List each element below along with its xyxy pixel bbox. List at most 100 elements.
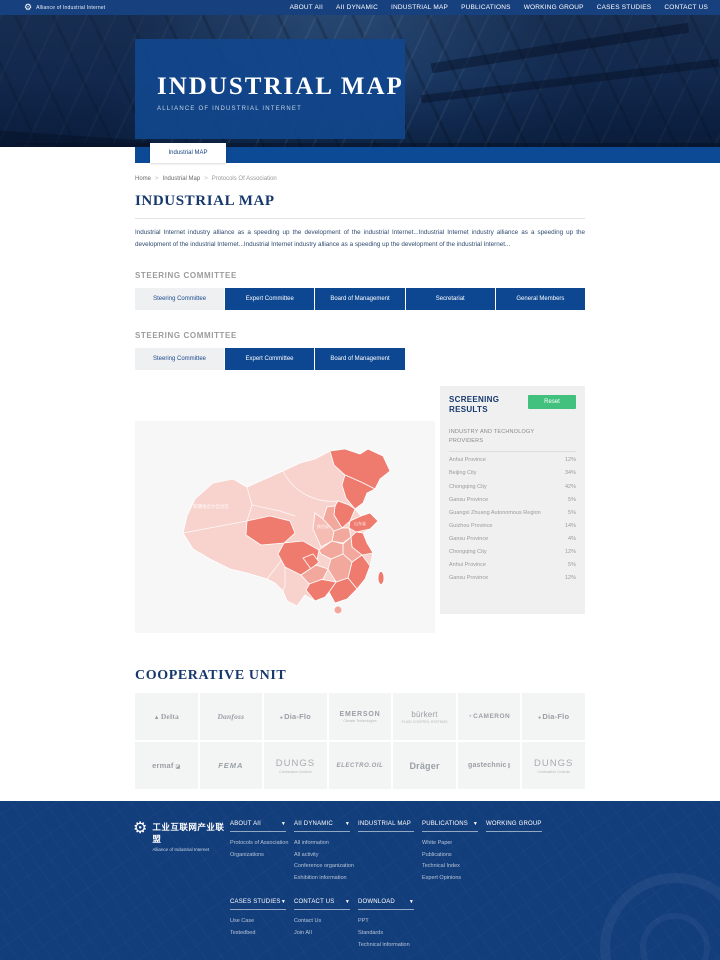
committee-tab[interactable]: Steering Committee: [135, 348, 225, 370]
footer-column-heading[interactable]: INDUSTRIAL MAP: [358, 821, 414, 832]
partner-logo-grid: Delta Danfoss Dia-Flo EMERSONClimate Tec…: [135, 693, 585, 789]
footer-link[interactable]: All information: [294, 838, 358, 850]
breadcrumb-item[interactable]: Industrial Map: [163, 176, 201, 182]
screening-row[interactable]: Anhui Province 12%: [449, 454, 576, 467]
china-choropleth-map[interactable]: 新疆维吾尔自治区 陕西省 山东省: [135, 421, 435, 633]
screening-row[interactable]: Gansu Province 5%: [449, 493, 576, 506]
committee-tab[interactable]: Secretariat: [406, 288, 496, 310]
nav-item[interactable]: CONTACT US: [664, 4, 708, 11]
province-value: 34%: [565, 470, 576, 476]
footer-link[interactable]: Organizations: [230, 850, 294, 862]
committee-tab[interactable]: Steering Committee: [135, 288, 225, 310]
committee-section-heading: STEERING COMMITTEE: [135, 331, 585, 340]
footer-logo: ⚙ 工业互联网产业联盟 Alliance of Industrial Inter…: [133, 821, 230, 951]
footer-nav-row-2: CASES STUDIES▼ Use CaseTestedbed CONTACT…: [230, 899, 720, 951]
nav-item[interactable]: WORKING GROUP: [524, 4, 584, 11]
committee-tab[interactable]: General Members: [496, 288, 585, 310]
hero-photo-girder: [431, 23, 689, 74]
province-value: 12%: [565, 457, 576, 463]
screening-results-title: SCREENING RESULTS: [449, 395, 509, 415]
nav-item[interactable]: AII DYNAMIC: [336, 4, 378, 11]
committee-tab[interactable]: Board of Management: [315, 288, 405, 310]
footer-column-heading[interactable]: CONTACT US▼: [294, 899, 350, 910]
committee-tab[interactable]: Expert Committee: [225, 348, 315, 370]
footer-link[interactable]: Conference organization: [294, 861, 358, 873]
footer-link[interactable]: Testedbed: [230, 928, 294, 940]
committee-tab[interactable]: Expert Committee: [225, 288, 315, 310]
hero-title-panel: INDUSTRIAL MAP ALLIANCE OF INDUSTRIAL IN…: [135, 39, 405, 139]
province-value: 14%: [565, 523, 576, 529]
screening-rows: Anhui Province 12% Beijing City 34% Chon…: [449, 454, 576, 585]
partner-logo-draeger: Dräger: [393, 742, 456, 789]
footer-column: CASES STUDIES▼ Use CaseTestedbed: [230, 899, 294, 951]
committee-tab[interactable]: Board of Management: [315, 348, 405, 370]
province-name: Anhui Province: [449, 457, 486, 463]
footer-column-heading[interactable]: ABOUT AII▼: [230, 821, 286, 832]
reset-button[interactable]: Reset: [528, 395, 576, 409]
partner-logo-danfoss: Danfoss: [200, 693, 263, 740]
nav-item[interactable]: CASES STUDIES: [597, 4, 652, 11]
screening-row[interactable]: Chongqing City 42%: [449, 480, 576, 493]
footer-column-heading[interactable]: AII DYNAMIC▼: [294, 821, 350, 832]
footer-link[interactable]: Technical Index: [422, 861, 486, 873]
footer-link[interactable]: Protocols of Association: [230, 838, 294, 850]
chevron-down-icon: ▼: [281, 821, 286, 827]
footer-gear-logo-icon: ⚙: [133, 821, 147, 837]
province-name: Beijing City: [449, 470, 477, 476]
partner-logo-ermaf: ermaf: [135, 742, 198, 789]
screening-row[interactable]: Anhui Province 5%: [449, 559, 576, 572]
breadcrumb-item[interactable]: Home: [135, 176, 151, 182]
partner-logo-electrooil: ELECTRO.OIL: [329, 742, 392, 789]
footer-column-heading[interactable]: WORKING GROUP: [486, 821, 542, 832]
screening-row[interactable]: Gansu Province 4%: [449, 532, 576, 545]
screening-row[interactable]: Guizhou Province 14%: [449, 519, 576, 532]
footer-link[interactable]: PPT: [358, 916, 422, 928]
committee-section: STEERING COMMITTEE Steering CommitteeExp…: [135, 331, 585, 370]
screening-row[interactable]: Gansu Province 12%: [449, 572, 576, 585]
footer-link[interactable]: All activity: [294, 850, 358, 862]
footer-logo-en: Alliance of Industrial Internet: [152, 847, 230, 852]
footer-column: WORKING GROUP: [486, 821, 550, 884]
breadcrumb-separator: >: [155, 176, 159, 182]
partner-logo-dungs: DUNGSCombustion Controls: [264, 742, 327, 789]
partner-logo-diaflo: Dia-Flo: [522, 693, 585, 740]
province-value: 42%: [565, 484, 576, 490]
main-menu: ABOUT AII AII DYNAMIC INDUSTRIAL MAP PUBLIC…: [290, 4, 708, 11]
committee-tabs: Steering CommitteeExpert CommitteeBoard …: [135, 348, 585, 370]
screening-row[interactable]: Chongqing City 12%: [449, 545, 576, 558]
footer-column-heading[interactable]: DOWNLOAD▼: [358, 899, 414, 910]
province-value: 12%: [565, 575, 576, 581]
province-name: Gansu Province: [449, 536, 488, 542]
brand-logo[interactable]: ⚙ Alliance of Industrial Internet: [24, 3, 105, 12]
footer-link[interactable]: Standards: [358, 928, 422, 940]
footer-link[interactable]: Publications: [422, 850, 486, 862]
footer-link[interactable]: Technical information: [358, 940, 422, 952]
footer-column: CONTACT US▼ Contact UsJoin AII: [294, 899, 358, 951]
footer-link[interactable]: White Paper: [422, 838, 486, 850]
nav-item[interactable]: ABOUT AII: [290, 4, 323, 11]
footer-link[interactable]: Join AII: [294, 928, 358, 940]
footer-link[interactable]: Exhibition information: [294, 873, 358, 885]
nav-item[interactable]: INDUSTRIAL MAP: [391, 4, 448, 11]
brand-name: Alliance of Industrial Internet: [36, 5, 105, 11]
footer-logo-cn: 工业互联网产业联盟: [152, 821, 230, 845]
gear-logo-icon: ⚙: [24, 3, 32, 12]
footer-link[interactable]: Expert Opinions: [422, 873, 486, 885]
province-value: 5%: [568, 562, 576, 568]
svg-text:新疆维吾尔自治区: 新疆维吾尔自治区: [193, 503, 229, 510]
page-title: INDUSTRIAL MAP: [135, 193, 585, 210]
screening-divider: [449, 451, 576, 452]
partner-logo-dungs: DUNGSCombustion Controls: [522, 742, 585, 789]
breadcrumb-separator: >: [204, 176, 208, 182]
footer-column-heading[interactable]: PUBLICATIONS▼: [422, 821, 478, 832]
screening-row[interactable]: Beijing City 34%: [449, 467, 576, 480]
footer-link[interactable]: Use Case: [230, 916, 294, 928]
screening-row[interactable]: Guangxi Zhuang Autonomous Region 5%: [449, 506, 576, 519]
footer-column-heading[interactable]: CASES STUDIES▼: [230, 899, 286, 910]
footer-link[interactable]: Contact Us: [294, 916, 358, 928]
province-name: Gansu Province: [449, 575, 488, 581]
partner-logo-gastechnic: gastechnic: [458, 742, 521, 789]
footer: ⚙ 工业互联网产业联盟 Alliance of Industrial Inter…: [0, 801, 720, 960]
tab-industrial-map[interactable]: Industrial MAP: [150, 143, 226, 163]
nav-item[interactable]: PUBLICATIONS: [461, 4, 511, 11]
